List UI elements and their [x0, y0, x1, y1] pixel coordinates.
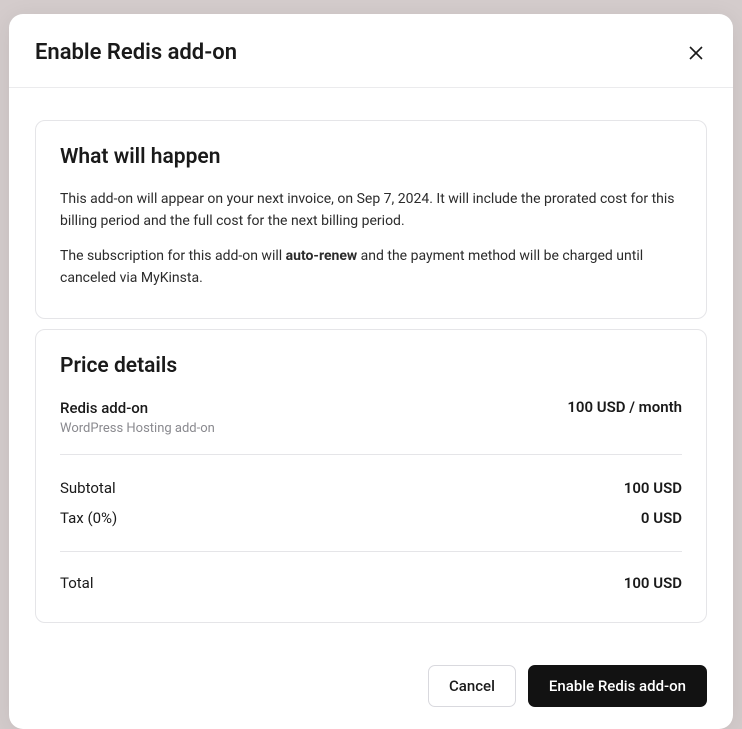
price-details-heading: Price details: [60, 354, 682, 378]
price-item-sub: WordPress Hosting add-on: [60, 421, 215, 436]
total-label: Total: [60, 574, 94, 592]
tax-label: Tax (0%): [60, 509, 117, 527]
total-value: 100 USD: [624, 574, 682, 592]
enable-addon-button[interactable]: Enable Redis add-on: [528, 665, 707, 707]
close-button[interactable]: [685, 42, 707, 64]
close-icon: [689, 46, 703, 60]
tax-row: Tax (0%) 0 USD: [60, 503, 682, 533]
price-details-card: Price details Redis add-on WordPress Hos…: [35, 329, 707, 623]
what-will-happen-description-2: The subscription for this add-on will au…: [60, 246, 682, 289]
summary-section: Subtotal 100 USD Tax (0%) 0 USD: [60, 455, 682, 551]
subtotal-row: Subtotal 100 USD: [60, 473, 682, 503]
what-will-happen-card: What will happen This add-on will appear…: [35, 120, 707, 319]
subtotal-value: 100 USD: [624, 479, 682, 497]
modal-header: Enable Redis add-on: [9, 14, 733, 88]
total-row: Total 100 USD: [60, 552, 682, 598]
price-item-name: Redis add-on: [60, 398, 215, 419]
subtotal-label: Subtotal: [60, 479, 116, 497]
what-will-happen-heading: What will happen: [60, 145, 682, 169]
tax-value: 0 USD: [641, 509, 682, 527]
what-will-happen-description-1: This add-on will appear on your next inv…: [60, 189, 682, 232]
enable-addon-modal: Enable Redis add-on What will happen Thi…: [9, 14, 733, 729]
price-item-value: 100 USD / month: [567, 398, 682, 416]
price-item-row: Redis add-on WordPress Hosting add-on 10…: [60, 398, 682, 436]
cancel-button[interactable]: Cancel: [428, 665, 516, 707]
modal-title: Enable Redis add-on: [35, 40, 237, 65]
modal-body: What will happen This add-on will appear…: [9, 88, 733, 651]
modal-footer: Cancel Enable Redis add-on: [9, 651, 733, 729]
